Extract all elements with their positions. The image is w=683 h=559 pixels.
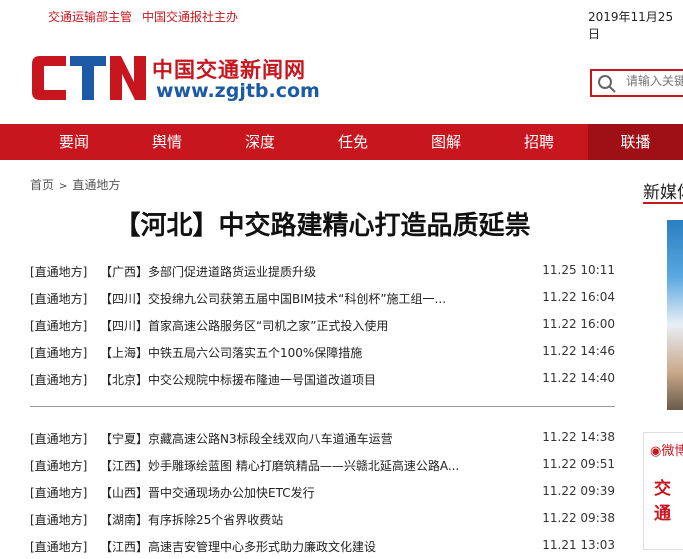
list-item-category[interactable]: [直通地方] xyxy=(30,344,87,361)
nav-item-renmian[interactable]: 任免 xyxy=(324,124,382,160)
ctn-logo[interactable] xyxy=(30,52,148,104)
list-item-time: 11.22 09:39 xyxy=(542,484,615,498)
list-item-category[interactable]: [直通地方] xyxy=(30,484,87,501)
breadcrumb: 首页 > 直通地方 xyxy=(30,176,120,193)
sponsor-ministry: 交通运输部主管 xyxy=(48,10,133,24)
list-item[interactable]: [直通地方] 【江西】妙手雕琢绘蓝图 精心打磨筑精品——兴赣北延高速公路A...… xyxy=(30,451,615,478)
list-item-headline[interactable]: 【上海】中铁五局六公司落实五个100%保障措施 xyxy=(100,344,460,361)
list-item-headline[interactable]: 【四川】首家高速公路服务区“司机之家”正式投入使用 xyxy=(100,317,460,334)
news-list-1: [直通地方] 【广西】多部门促进道路货运业提质升级 11.25 10:11 [直… xyxy=(30,257,615,392)
news-list-2: [直通地方] 【宁夏】京藏高速公路N3标段全线双向八车道通车运营 11.22 1… xyxy=(30,424,615,559)
sidebar-title: 新媒体 xyxy=(643,183,683,203)
list-item-category[interactable]: [直通地方] xyxy=(30,371,87,388)
weibo-header[interactable]: ◉微博 xyxy=(650,440,683,459)
breadcrumb-home[interactable]: 首页 xyxy=(30,178,54,192)
list-item-headline[interactable]: 【湖南】有序拆除25个省界收费站 xyxy=(100,511,460,528)
nav-item-tujie[interactable]: 图解 xyxy=(417,124,475,160)
list-item-category[interactable]: [直通地方] xyxy=(30,290,87,307)
list-item[interactable]: [直通地方] 【宁夏】京藏高速公路N3标段全线双向八车道通车运营 11.22 1… xyxy=(30,424,615,451)
search-icon[interactable] xyxy=(597,74,617,98)
breadcrumb-separator: > xyxy=(59,181,68,192)
list-item-category[interactable]: [直通地方] xyxy=(30,430,87,447)
list-item-category[interactable]: [直通地方] xyxy=(30,538,87,555)
list-item-headline[interactable]: 【北京】中交公规院中标援布隆迪一号国道改道项目 xyxy=(100,371,460,388)
weibo-label: 微博 xyxy=(661,444,683,459)
page-title: 【河北】中交路建精心打造品质延祟 xyxy=(114,211,531,241)
list-item[interactable]: [直通地方] 【北京】中交公规院中标援布隆迪一号国道改道项目 11.22 14:… xyxy=(30,365,615,392)
breadcrumb-current[interactable]: 直通地方 xyxy=(72,178,120,192)
weibo-account-name[interactable]: 交通 xyxy=(654,474,683,524)
list-item-time: 11.22 16:00 xyxy=(542,317,615,331)
list-item-time: 11.25 10:11 xyxy=(542,263,615,277)
nav-item-lianbo[interactable]: 联播 xyxy=(588,124,683,160)
search-input[interactable] xyxy=(626,74,683,88)
list-item-headline[interactable]: 【广西】多部门促进道路货运业提质升级 xyxy=(100,263,460,280)
nav-item-yuqing[interactable]: 舆情 xyxy=(138,124,196,160)
header-logo-area: 中国交通新闻网 www.zgjtb.com xyxy=(0,32,683,124)
nav-item-zhaopin[interactable]: 招聘 xyxy=(510,124,568,160)
top-bar: 交通运输部主管 中国交通报社主办 2019年11月25日 xyxy=(0,0,683,41)
nav-item-yaowen[interactable]: 要闻 xyxy=(45,124,103,160)
list-item-headline[interactable]: 【宁夏】京藏高速公路N3标段全线双向八车道通车运营 xyxy=(100,430,460,447)
search-box[interactable] xyxy=(590,69,683,97)
site-url: www.zgjtb.com xyxy=(156,80,320,102)
list-item-time: 11.22 14:38 xyxy=(542,430,615,444)
list-item-headline[interactable]: 【江西】妙手雕琢绘蓝图 精心打磨筑精品——兴赣北延高速公路A... xyxy=(100,457,460,474)
list-item-headline[interactable]: 【山西】晋中交通现场办公加快ETC发行 xyxy=(100,484,460,501)
list-item-time: 11.22 16:04 xyxy=(542,290,615,304)
list-item[interactable]: [直通地方] 【四川】首家高速公路服务区“司机之家”正式投入使用 11.22 1… xyxy=(30,311,615,338)
list-item-time: 11.21 13:03 xyxy=(542,538,615,552)
list-item-category[interactable]: [直通地方] xyxy=(30,263,87,280)
sidebar-media-image[interactable] xyxy=(667,220,683,410)
list-item-time: 11.22 09:51 xyxy=(542,457,615,471)
weibo-icon: ◉ xyxy=(650,444,662,459)
list-item-time: 11.22 14:40 xyxy=(542,371,615,385)
list-item-category[interactable]: [直通地方] xyxy=(30,511,87,528)
list-item-category[interactable]: [直通地方] xyxy=(30,457,87,474)
sponsor-info: 交通运输部主管 中国交通报社主办 xyxy=(48,8,248,25)
list-item-headline[interactable]: 【四川】交投绵九公司获第五届中国BIM技术“科创杯”施工组一... xyxy=(100,290,460,307)
sidebar-title-underline xyxy=(643,202,683,204)
nav-item-shendu[interactable]: 深度 xyxy=(231,124,289,160)
list-item-time: 11.22 09:38 xyxy=(542,511,615,525)
list-item[interactable]: [直通地方] 【四川】交投绵九公司获第五届中国BIM技术“科创杯”施工组一...… xyxy=(30,284,615,311)
list-item[interactable]: [直通地方] 【上海】中铁五局六公司落实五个100%保障措施 11.22 14:… xyxy=(30,338,615,365)
list-item-time: 11.22 14:46 xyxy=(542,344,615,358)
list-divider xyxy=(30,406,615,407)
sponsor-newspaper: 中国交通报社主办 xyxy=(142,10,239,24)
list-item[interactable]: [直通地方] 【湖南】有序拆除25个省界收费站 11.22 09:38 xyxy=(30,505,615,532)
list-item-headline[interactable]: 【江西】高速吉安管理中心多形式助力廉政文化建设 xyxy=(100,538,460,555)
list-item[interactable]: [直通地方] 【广西】多部门促进道路货运业提质升级 11.25 10:11 xyxy=(30,257,615,284)
main-nav: 要闻 舆情 深度 任免 图解 招聘 联播 xyxy=(0,124,683,160)
list-item[interactable]: [直通地方] 【山西】晋中交通现场办公加快ETC发行 11.22 09:39 xyxy=(30,478,615,505)
list-item-category[interactable]: [直通地方] xyxy=(30,317,87,334)
